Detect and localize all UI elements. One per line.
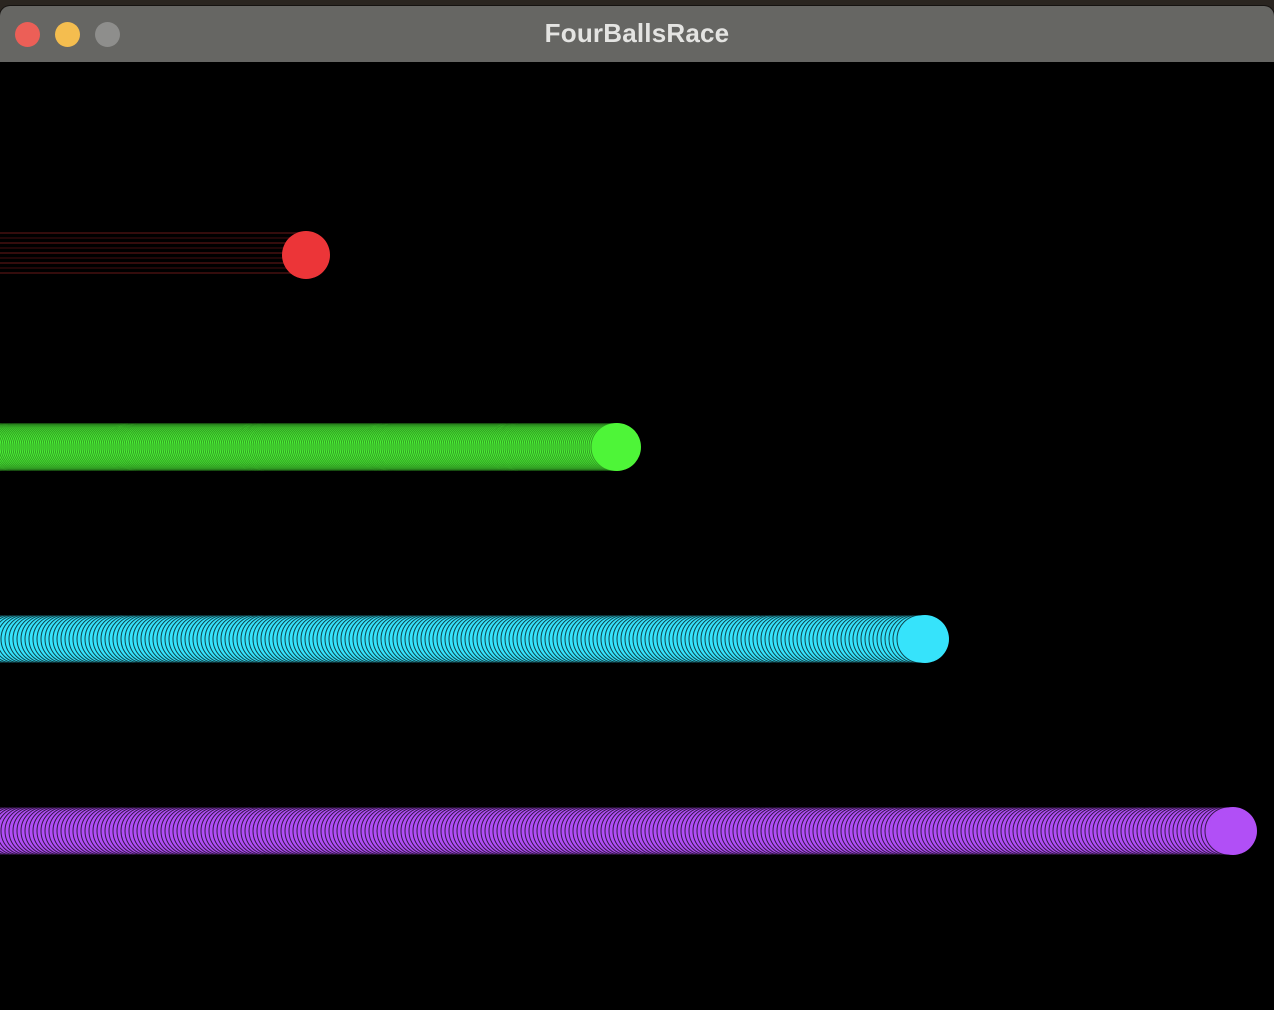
title-bar[interactable]: FourBallsRace xyxy=(0,6,1274,63)
red-ball xyxy=(282,231,330,279)
lane-red xyxy=(0,231,330,279)
green-trail xyxy=(0,422,640,472)
lane-cyan xyxy=(0,614,949,664)
green-ball xyxy=(593,423,641,471)
window-title: FourBallsRace xyxy=(544,18,730,48)
lane-green xyxy=(0,422,641,472)
cyan-trail xyxy=(0,614,946,664)
red-trail xyxy=(0,232,306,274)
lane-purple xyxy=(0,806,1257,856)
race-canvas xyxy=(0,62,1274,1010)
cyan-ball xyxy=(901,615,949,663)
purple-ball xyxy=(1209,807,1257,855)
race-drawing xyxy=(0,62,1274,1010)
app-window: FourBallsRace xyxy=(0,6,1274,1010)
purple-trail xyxy=(0,806,1254,856)
